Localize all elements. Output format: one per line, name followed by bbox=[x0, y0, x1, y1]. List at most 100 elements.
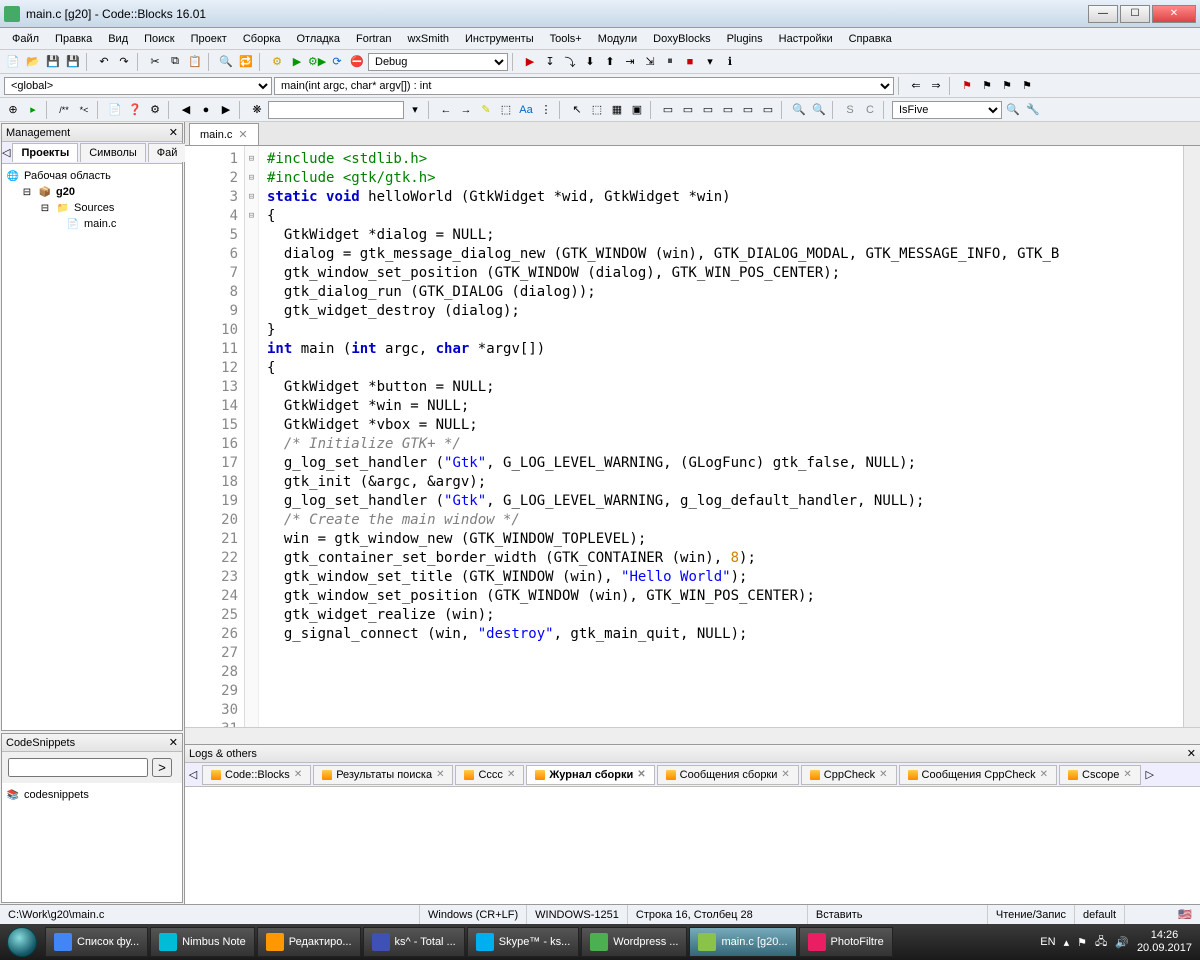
management-close-icon[interactable]: ✕ bbox=[169, 126, 178, 139]
tab-symbols[interactable]: Символы bbox=[80, 143, 146, 162]
goto-icon[interactable]: 🔍 bbox=[1004, 101, 1022, 119]
next-instr-icon[interactable]: ⇥ bbox=[621, 53, 639, 71]
jump-fwd-icon[interactable]: ▶ bbox=[217, 101, 235, 119]
tree-project[interactable]: g20 bbox=[56, 186, 75, 198]
doxy-html-icon[interactable]: 📄 bbox=[106, 101, 124, 119]
hl-prev-icon[interactable]: ← bbox=[437, 101, 455, 119]
log-tab-6[interactable]: Сообщения CppCheck✕ bbox=[899, 765, 1058, 785]
taskbar-item[interactable]: Wordpress ... bbox=[581, 927, 687, 957]
tab-projects[interactable]: Проекты bbox=[12, 143, 78, 162]
hl-mark-icon[interactable]: ✎ bbox=[477, 101, 495, 119]
log-tab-close-icon[interactable]: ✕ bbox=[436, 769, 444, 780]
taskbar-item[interactable]: Skype™ - ks... bbox=[467, 927, 580, 957]
log-tab-close-icon[interactable]: ✕ bbox=[1123, 769, 1131, 780]
log-tab-close-icon[interactable]: ✕ bbox=[637, 769, 645, 780]
rebuild-icon[interactable]: ⟳ bbox=[328, 53, 346, 71]
log-tab-0[interactable]: Code::Blocks✕ bbox=[202, 765, 311, 785]
bookmark-clear-icon[interactable]: ⚑ bbox=[1018, 77, 1036, 95]
symbol-combo[interactable]: IsFive bbox=[892, 101, 1002, 119]
menu-модули[interactable]: Модули bbox=[590, 30, 645, 48]
align-b-icon[interactable]: ▭ bbox=[759, 101, 777, 119]
log-tab-close-icon[interactable]: ✕ bbox=[781, 769, 789, 780]
bookmark-flag-icon[interactable]: ⚑ bbox=[958, 77, 976, 95]
align-t-icon[interactable]: ▭ bbox=[719, 101, 737, 119]
debug-stop-icon[interactable]: ■ bbox=[681, 53, 699, 71]
code-area[interactable]: #include <stdlib.h>#include <gtk/gtk.h>s… bbox=[259, 146, 1183, 727]
tray-up-icon[interactable]: ▴ bbox=[1064, 936, 1070, 949]
open-icon[interactable]: 📂 bbox=[24, 53, 42, 71]
cursor-icon[interactable]: ↖ bbox=[568, 101, 586, 119]
taskbar-item[interactable]: Список фу... bbox=[45, 927, 148, 957]
tray-clock[interactable]: 14:26 20.09.2017 bbox=[1137, 929, 1192, 955]
menu-файл[interactable]: Файл bbox=[4, 30, 47, 48]
zoom-out-icon[interactable]: 🔍 bbox=[790, 101, 808, 119]
step-into-icon[interactable]: ⬇ bbox=[581, 53, 599, 71]
nav-back-icon[interactable]: ⇐ bbox=[907, 77, 925, 95]
snippets-search-button[interactable]: > bbox=[152, 758, 172, 777]
menu-правка[interactable]: Правка bbox=[47, 30, 100, 48]
doxy-cfg-icon[interactable]: ⚙ bbox=[146, 101, 164, 119]
save-icon[interactable]: 💾 bbox=[44, 53, 62, 71]
vertical-scrollbar[interactable] bbox=[1183, 146, 1200, 727]
snippets-tree[interactable]: 📚codesnippets bbox=[2, 783, 182, 902]
undo-icon[interactable]: ↶ bbox=[95, 53, 113, 71]
doxy-chm-icon[interactable]: ❓ bbox=[126, 101, 144, 119]
start-button[interactable] bbox=[0, 924, 44, 960]
align-m-icon[interactable]: ▭ bbox=[739, 101, 757, 119]
copy-icon[interactable]: ⧉ bbox=[166, 53, 184, 71]
log-tab-5[interactable]: CppCheck✕ bbox=[801, 765, 897, 785]
editor-tab-main[interactable]: main.c✕ bbox=[189, 123, 259, 145]
menu-поиск[interactable]: Поиск bbox=[136, 30, 182, 48]
maximize-button[interactable]: ☐ bbox=[1120, 5, 1150, 23]
select-icon[interactable]: ⬚ bbox=[588, 101, 606, 119]
menu-tools+[interactable]: Tools+ bbox=[542, 30, 590, 48]
build-icon[interactable]: ⚙ bbox=[268, 53, 286, 71]
log-tab-close-icon[interactable]: ✕ bbox=[507, 769, 515, 780]
stop-icon[interactable]: ⛔ bbox=[348, 53, 366, 71]
info-icon[interactable]: ℹ bbox=[721, 53, 739, 71]
project-tree[interactable]: 🌐Рабочая область ⊟📦g20 ⊟📁Sources 📄main.c bbox=[2, 164, 182, 730]
menu-fortran[interactable]: Fortran bbox=[348, 30, 399, 48]
group-icon[interactable]: ▣ bbox=[628, 101, 646, 119]
step-into-instr-icon[interactable]: ⇲ bbox=[641, 53, 659, 71]
log-tab-2[interactable]: Cccc✕ bbox=[455, 765, 524, 785]
zoom-in-icon[interactable]: 🔍 bbox=[810, 101, 828, 119]
run-icon[interactable]: ▶ bbox=[288, 53, 306, 71]
debug-windows-icon[interactable]: ▾ bbox=[701, 53, 719, 71]
step-out-icon[interactable]: ⬆ bbox=[601, 53, 619, 71]
taskbar-item[interactable]: Nimbus Note bbox=[150, 927, 255, 957]
scope-combo[interactable]: <global> bbox=[4, 77, 272, 95]
taskbar-item[interactable]: Редактиро... bbox=[257, 927, 361, 957]
tray-flag-icon[interactable]: ⚑ bbox=[1077, 936, 1087, 949]
close-button[interactable]: ✕ bbox=[1152, 5, 1196, 23]
log-tab-4[interactable]: Сообщения сборки✕ bbox=[657, 765, 799, 785]
tray-vol-icon[interactable]: 🔊 bbox=[1115, 936, 1129, 949]
search-input[interactable] bbox=[268, 101, 404, 119]
code-editor[interactable]: 1234567891011121314151617181920212223242… bbox=[185, 146, 1200, 727]
fold-column[interactable]: ⊟⊟⊟⊟ bbox=[245, 146, 259, 727]
bookmark-next-icon[interactable]: ⚑ bbox=[998, 77, 1016, 95]
align-l-icon[interactable]: ▭ bbox=[659, 101, 677, 119]
menu-plugins[interactable]: Plugins bbox=[719, 30, 771, 48]
tree-workspace[interactable]: Рабочая область bbox=[24, 170, 111, 182]
nav-fwd-icon[interactable]: ⇒ bbox=[927, 77, 945, 95]
regex-icon[interactable]: ❋ bbox=[248, 101, 266, 119]
logs-nav-right-icon[interactable]: ▷ bbox=[1142, 768, 1158, 781]
logs-body[interactable] bbox=[185, 787, 1200, 904]
log-tab-close-icon[interactable]: ✕ bbox=[1040, 769, 1048, 780]
run-to-cursor-icon[interactable]: ↧ bbox=[541, 53, 559, 71]
hl-select-icon[interactable]: ⬚ bbox=[497, 101, 515, 119]
snippets-close-icon[interactable]: ✕ bbox=[169, 736, 178, 749]
tray-net-icon[interactable]: 🖧 bbox=[1095, 933, 1107, 952]
break-icon[interactable]: ⏸ bbox=[661, 53, 679, 71]
log-tab-1[interactable]: Результаты поиска✕ bbox=[313, 765, 453, 785]
jump-back-icon[interactable]: ◀ bbox=[177, 101, 195, 119]
grid-icon[interactable]: ▦ bbox=[608, 101, 626, 119]
redo-icon[interactable]: ↷ bbox=[115, 53, 133, 71]
tab-close-icon[interactable]: ✕ bbox=[238, 128, 247, 141]
paste-icon[interactable]: 📋 bbox=[186, 53, 204, 71]
hl-opt-icon[interactable]: ⋮ bbox=[537, 101, 555, 119]
search-dd-icon[interactable]: ▾ bbox=[406, 101, 424, 119]
log-tab-close-icon[interactable]: ✕ bbox=[879, 769, 887, 780]
c-icon[interactable]: C bbox=[861, 101, 879, 119]
